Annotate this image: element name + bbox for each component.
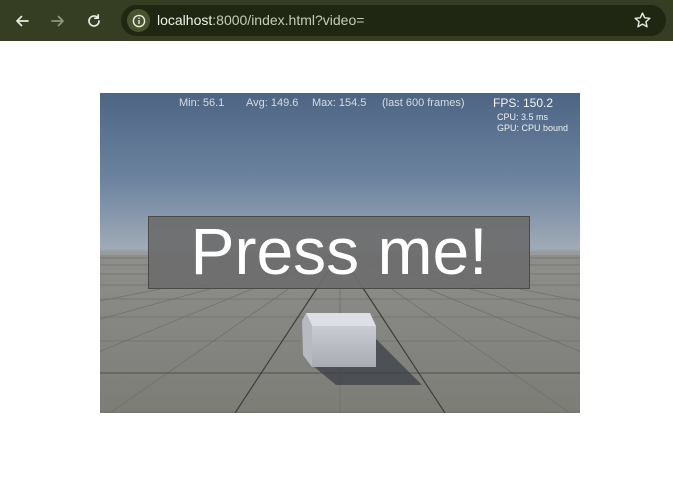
stat-cpu: CPU: 3.5 ms — [497, 112, 549, 122]
address-bar[interactable]: localhost:8000/index.html?video= — [121, 5, 666, 36]
press-me-button[interactable]: Press me! — [148, 216, 530, 289]
url-path: :8000/index.html?video= — [212, 12, 365, 28]
url-host: localhost — [157, 12, 213, 28]
info-icon — [132, 14, 145, 27]
reload-icon — [88, 13, 100, 27]
press-me-label: Press me! — [190, 213, 488, 288]
reload-button[interactable] — [80, 7, 108, 35]
cube — [302, 313, 376, 367]
star-icon[interactable] — [633, 11, 652, 30]
site-info-button[interactable] — [127, 9, 150, 32]
back-button[interactable] — [8, 7, 36, 35]
stat-fps: FPS: 150.2 — [493, 96, 554, 110]
arrow-right-icon — [51, 15, 64, 27]
stat-max: Max: 154.5 — [312, 97, 367, 109]
game-canvas[interactable]: Min: 56.1 Avg: 149.6 Max: 154.5 (last 60… — [100, 93, 580, 413]
url-text[interactable]: localhost:8000/index.html?video= — [157, 12, 364, 29]
arrow-left-icon — [16, 15, 29, 27]
stat-avg: Avg: 149.6 — [246, 97, 299, 109]
browser-toolbar: localhost:8000/index.html?video= — [0, 0, 673, 41]
stat-frame-range: (last 600 frames) — [382, 97, 465, 109]
forward-button[interactable] — [44, 7, 72, 35]
stat-min: Min: 56.1 — [179, 97, 225, 109]
stat-gpu: GPU: CPU bound — [497, 123, 569, 133]
